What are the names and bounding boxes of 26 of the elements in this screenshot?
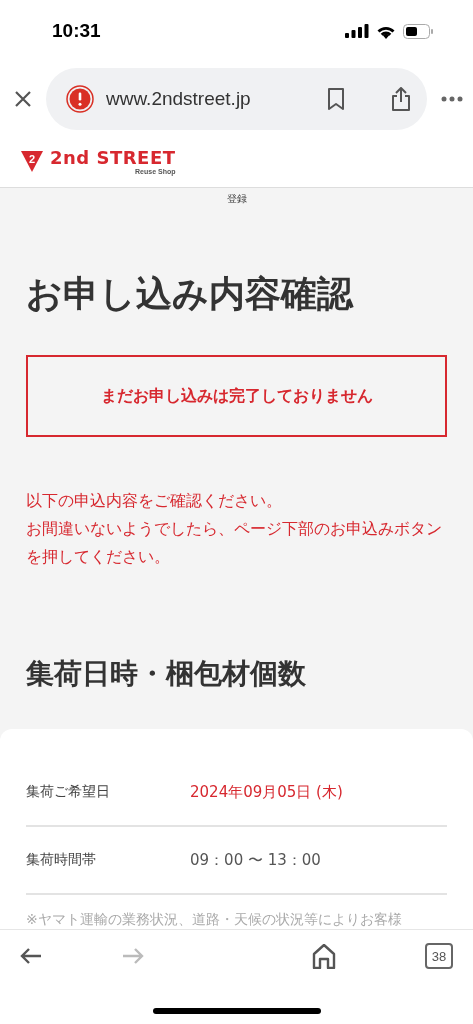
url-text: www.2ndstreet.jp [106,87,252,110]
note-text: ※ヤマト運輸の業務状況、道路・天候の状況等によりお客様 [26,911,403,930]
share-icon[interactable] [391,86,411,111]
warning-message: まだお申し込みは完了しておりません [26,355,447,438]
breadcrumb: 登録 [226,193,247,204]
detail-label: 集荷ご希望日 [26,783,111,802]
notice-text: 以下の申込内容をご確認ください。 [26,490,283,513]
tab-count[interactable]: 38 [425,943,453,969]
back-icon[interactable] [20,947,42,965]
detail-value: 09：00 〜 13：00 [190,850,321,870]
battery-icon [403,23,433,39]
section-title: 集荷日時・梱包材個数 [26,656,307,693]
close-icon[interactable] [14,89,32,108]
page-title: お申し込み内容確認 [26,272,355,316]
logo-text: 2nd STREET [50,147,176,168]
signal-icon [345,24,369,38]
home-icon[interactable] [312,943,336,969]
address-bar[interactable]: www.2ndstreet.jp [46,67,427,130]
detail-value: 2024年09月05日 (木) [190,782,343,802]
detail-label: 集荷時間帯 [26,851,97,870]
more-icon[interactable] [441,95,463,102]
logo-mark: 2 [20,149,44,173]
bookmark-icon[interactable] [327,87,345,110]
status-time: 10:31 [52,20,101,42]
notice-text: お間違いないようでしたら、ページ下部のお申込みボタンを押してください。 [26,518,443,569]
warning-icon [66,84,94,113]
